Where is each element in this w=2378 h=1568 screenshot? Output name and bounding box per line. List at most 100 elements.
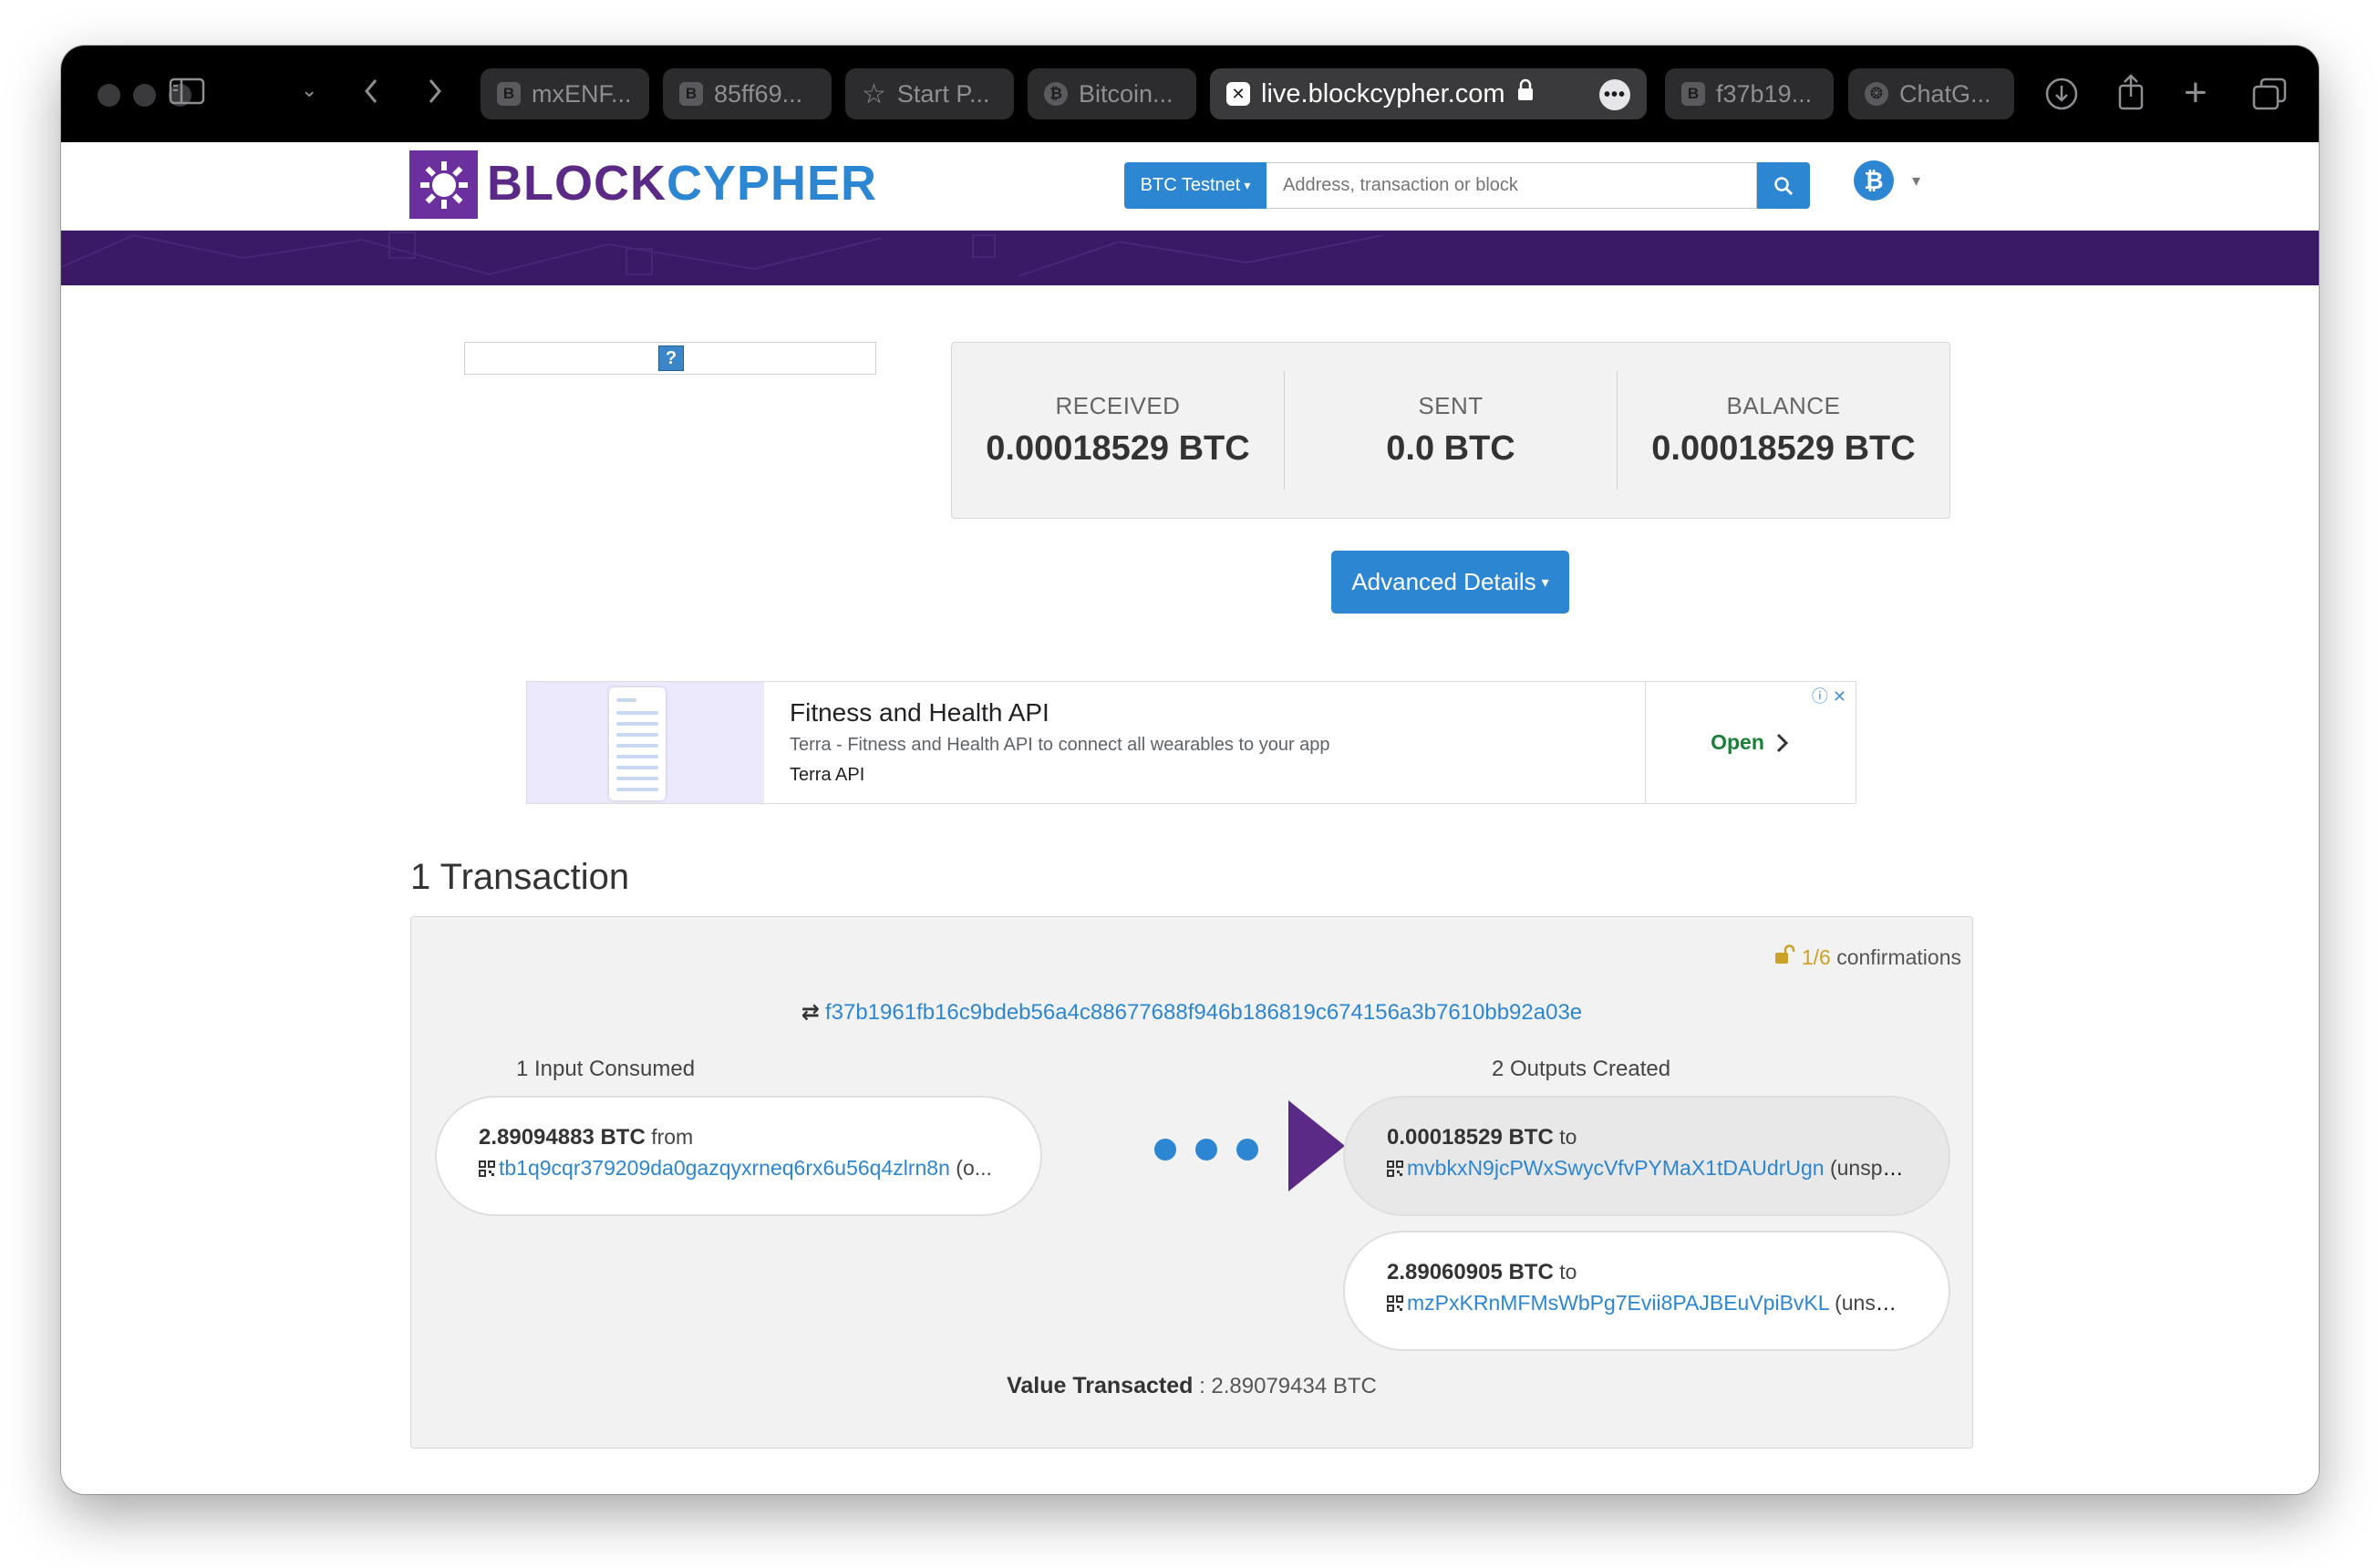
tab-overview-icon[interactable] [2251, 77, 2288, 117]
site-favicon-icon: ✕ [1226, 82, 1250, 106]
blockcypher-favicon-icon: B [497, 82, 521, 106]
blockcypher-favicon-icon: B [1681, 82, 1705, 106]
ad-open-label: Open [1711, 730, 1764, 754]
received-value: 0.00018529 BTC [986, 429, 1250, 468]
output-amount: 2.89060905 BTC [1387, 1260, 1554, 1284]
qr-help-icon[interactable]: ? [658, 346, 684, 371]
tab-3[interactable]: ☆ Start P... [845, 68, 1014, 119]
input-amount: 2.89094883 BTC [479, 1125, 646, 1150]
address-qr-box: ? [464, 342, 876, 375]
sent-label: SENT [1418, 392, 1484, 419]
transactions-title: 1 Transaction [410, 857, 630, 897]
browser-window: ⌄ B mxENF... B 85ff69... ☆ Start P... ₿ … [61, 46, 2319, 1494]
value-transacted: Value Transacted : 2.89079434 BTC [411, 1373, 1972, 1399]
more-options-icon[interactable]: ••• [1599, 79, 1630, 110]
chevron-right-icon [1776, 733, 1789, 752]
ad-phone-image [609, 687, 666, 800]
downloads-icon[interactable] [2044, 77, 2079, 117]
tab-1-label: mxENF... [532, 79, 632, 108]
tab-2[interactable]: B 85ff69... [663, 68, 832, 119]
output-address-link[interactable]: mvbkxN9jcPWxSwycVfvPYMaX1tDAUdrUgn [1407, 1156, 1825, 1180]
advanced-details-button[interactable]: Advanced Details ▾ [1331, 551, 1569, 614]
ad-thumbnail [527, 682, 764, 803]
ad-description: Terra - Fitness and Health API to connec… [790, 735, 1330, 755]
search-input[interactable] [1267, 162, 1757, 209]
blockcypher-favicon-icon: B [679, 82, 703, 106]
star-icon: ☆ [862, 78, 886, 109]
value-transacted-amount: : 2.89079434 BTC [1199, 1374, 1377, 1398]
output-item: 0.00018529 BTC to mvbkxN9jcPWxSwycVfvPYM… [1343, 1096, 1950, 1216]
output-address-link[interactable]: mzPxKRnMFMsWbPg7Evii8PAJBEuVpiBvKL [1407, 1291, 1829, 1315]
address-summary: RECEIVED 0.00018529 BTC SENT 0.0 BTC BAL… [951, 342, 1950, 519]
value-transacted-label: Value Transacted [1007, 1373, 1194, 1398]
input-address-link[interactable]: tb1q9cqr379209da0gazqyxrneq6rx6u56q4zlrn… [499, 1156, 950, 1180]
tab-5-label: f37b19... [1716, 79, 1813, 108]
address-bar-url[interactable]: live.blockcypher.com [1261, 79, 1505, 109]
qr-code-icon [1387, 1295, 1403, 1312]
input-direction: from [651, 1125, 694, 1149]
output-item: 2.89060905 BTC to mzPxKRnMFMsWbPg7Evii8P… [1343, 1231, 1950, 1351]
forward-icon[interactable] [424, 73, 446, 115]
unlock-icon [1773, 944, 1801, 969]
new-tab-icon[interactable]: + [2184, 73, 2207, 113]
share-icon[interactable] [2115, 73, 2146, 117]
network-label: BTC Testnet [1140, 175, 1241, 195]
flow-dots-icon [1154, 1139, 1258, 1161]
tab-6[interactable]: ❂ ChatG... [1848, 68, 2014, 119]
ad-info-close-icon[interactable]: ⓘ ✕ [1812, 684, 1846, 707]
input-status: (o... [956, 1156, 992, 1180]
site-header: BLOCKCYPHER BTC Testnet ▾ ₿ ▾ [61, 142, 2319, 231]
qr-code-icon [479, 1161, 495, 1177]
bitcoin-icon: ₿ [1044, 82, 1068, 106]
balance-stat: BALANCE 0.00018529 BTC [1617, 371, 1949, 490]
coin-menu-caret-icon[interactable]: ▾ [1912, 171, 1920, 191]
sidebar-toggle-icon[interactable] [169, 77, 205, 111]
advertisement[interactable]: Fitness and Health API Terra - Fitness a… [526, 681, 1856, 804]
transaction-panel: 1/6 confirmations ⇄ f37b1961fb16c9bdeb56a… [410, 916, 1973, 1449]
tab-4-label: Bitcoin... [1079, 79, 1173, 108]
tab-5[interactable]: B f37b19... [1665, 68, 1834, 119]
lock-icon [1516, 78, 1535, 109]
transaction-hash-link[interactable]: f37b1961fb16c9bdeb56a4c88677688f946b1868… [825, 1000, 1582, 1025]
confirmations-label: confirmations [1836, 945, 1961, 969]
tab-6-label: ChatG... [1899, 79, 1991, 108]
input-item: 2.89094883 BTC from tb1q9cqr379209da0gaz… [435, 1096, 1042, 1216]
blockcypher-logo-text[interactable]: BLOCKCYPHER [487, 155, 877, 211]
network-dropdown-button[interactable]: BTC Testnet ▾ [1124, 162, 1267, 209]
advanced-details-label: Advanced Details [1351, 568, 1536, 595]
transaction-hash-row: ⇄ f37b1961fb16c9bdeb56a4c88677688f946b186… [411, 999, 1972, 1026]
received-label: RECEIVED [1055, 392, 1181, 419]
outputs-title: 2 Outputs Created [1491, 1057, 1671, 1081]
balance-label: BALANCE [1726, 392, 1841, 419]
tab-1[interactable]: B mxENF... [481, 68, 649, 119]
close-window-button[interactable] [98, 84, 120, 107]
output-direction: to [1559, 1125, 1577, 1149]
blockcypher-logo-icon[interactable] [409, 150, 478, 219]
sidebar-chevron-down-icon[interactable]: ⌄ [301, 80, 317, 100]
caret-down-icon: ▾ [1244, 178, 1251, 192]
back-icon[interactable] [360, 73, 382, 115]
chatgpt-icon: ❂ [1865, 82, 1888, 106]
flow-arrow-icon [1288, 1100, 1345, 1191]
tab-4[interactable]: ₿ Bitcoin... [1028, 68, 1196, 119]
output-amount: 0.00018529 BTC [1387, 1125, 1554, 1150]
minimize-window-button[interactable] [133, 84, 156, 107]
ad-title[interactable]: Fitness and Health API [790, 698, 1049, 727]
confirmations-count: 1/6 [1801, 945, 1831, 969]
sent-stat: SENT 0.0 BTC [1284, 371, 1617, 490]
hero-banner [61, 231, 2319, 285]
search-button[interactable] [1757, 162, 1810, 209]
network-pattern-decoration [61, 232, 1384, 277]
sent-value: 0.0 BTC [1386, 429, 1515, 468]
received-stat: RECEIVED 0.00018529 BTC [952, 371, 1284, 490]
output-status: (unspent) [1835, 1291, 1907, 1315]
search-icon [1774, 176, 1794, 195]
bitcoin-coin-icon[interactable]: ₿ [1854, 160, 1894, 201]
exchange-arrows-icon: ⇄ [801, 1000, 820, 1025]
tab-2-label: 85ff69... [714, 79, 803, 108]
logo-text-cypher: CYPHER [666, 156, 878, 211]
tab-active-url[interactable]: ✕ live.blockcypher.com ••• [1210, 68, 1647, 119]
browser-toolbar: ⌄ B mxENF... B 85ff69... ☆ Start P... ₿ … [61, 46, 2319, 142]
confirmations-status: 1/6 confirmations [1773, 944, 1961, 970]
logo-text-block: BLOCK [487, 156, 667, 211]
